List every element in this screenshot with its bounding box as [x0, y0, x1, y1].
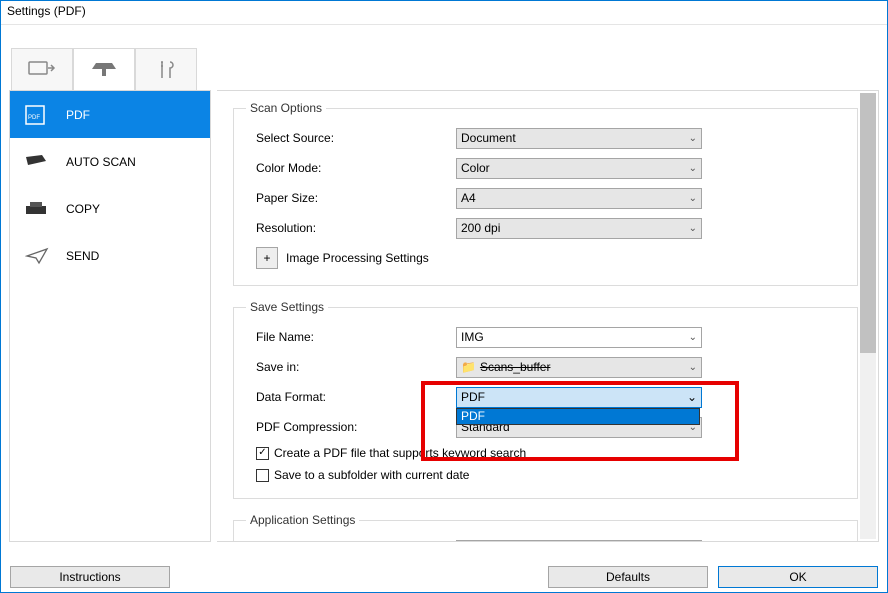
tab-scanner-icon[interactable] — [73, 48, 135, 91]
checkbox-subfolder-date[interactable] — [256, 469, 269, 482]
file-name-label: File Name: — [246, 330, 456, 344]
scanner-head-icon — [90, 59, 118, 81]
chevron-down-icon: ⌄ — [689, 133, 697, 144]
ok-button[interactable]: OK — [718, 566, 878, 588]
window-title: Settings (PDF) — [7, 4, 86, 18]
sidebar-item-send[interactable]: SEND — [10, 232, 210, 279]
save-settings-legend: Save Settings — [246, 300, 328, 314]
sidebar-item-copy[interactable]: COPY — [10, 185, 210, 232]
paper-plane-icon — [24, 245, 50, 267]
tools-icon — [156, 60, 176, 80]
file-name-combo[interactable]: IMG ⌄ — [456, 327, 702, 348]
instructions-button[interactable]: Instructions — [10, 566, 170, 588]
sidebar-item-autoscan[interactable]: AUTO SCAN — [10, 138, 210, 185]
select-source-label: Select Source: — [246, 131, 456, 145]
settings-panel: Scan Options Select Source: Document ⌄ C… — [217, 90, 879, 542]
pdf-icon: PDF — [24, 104, 50, 126]
paper-size-dropdown[interactable]: A4 ⌄ — [456, 188, 702, 209]
checkbox-keyword-search-label: Create a PDF file that supports keyword … — [274, 446, 526, 460]
printer-icon — [24, 198, 50, 220]
resolution-dropdown[interactable]: 200 dpi ⌄ — [456, 218, 702, 239]
window-titlebar: Settings (PDF) — [1, 1, 887, 25]
chevron-down-icon: ⌄ — [689, 362, 697, 373]
scanner-icon — [24, 151, 50, 173]
resolution-label: Resolution: — [246, 221, 456, 235]
color-mode-label: Color Mode: — [246, 161, 456, 175]
tab-tools-icon[interactable] — [135, 48, 197, 91]
save-in-label: Save in: — [246, 360, 456, 374]
pdf-compression-label: PDF Compression: — [246, 420, 456, 434]
svg-text:PDF: PDF — [28, 115, 40, 121]
paper-size-label: Paper Size: — [246, 191, 456, 205]
bottom-bar: Instructions Defaults OK — [0, 562, 888, 592]
open-with-dropdown[interactable]: 🗂 Windows Explorer ⌄ — [456, 540, 702, 543]
chevron-down-icon: ⌄ — [689, 223, 697, 234]
sidebar: PDF PDF AUTO SCAN — [9, 90, 211, 542]
data-format-dropdown-list: PDF — [456, 408, 700, 425]
scan-options-legend: Scan Options — [246, 101, 326, 115]
sidebar-item-pdf[interactable]: PDF PDF — [10, 91, 210, 138]
icon-tabbar — [11, 48, 879, 91]
application-settings-group: Application Settings Open with an applic… — [233, 513, 858, 542]
chevron-down-icon: ⌄ — [687, 390, 697, 404]
data-format-label: Data Format: — [246, 390, 456, 404]
scan-options-group: Scan Options Select Source: Document ⌄ C… — [233, 101, 858, 286]
sidebar-item-label: COPY — [66, 202, 100, 216]
select-source-dropdown[interactable]: Document ⌄ — [456, 128, 702, 149]
sidebar-item-label: PDF — [66, 108, 90, 122]
checkbox-keyword-search[interactable]: ✓ — [256, 447, 269, 460]
scroll-thumb[interactable] — [860, 93, 876, 353]
save-settings-group: Save Settings File Name: IMG ⌄ Save in: … — [233, 300, 858, 499]
monitor-arrow-icon — [28, 60, 56, 80]
image-processing-expand-button[interactable]: + — [256, 247, 278, 269]
sidebar-item-label: SEND — [66, 249, 99, 263]
data-format-dropdown[interactable]: PDF ⌄ PDF — [456, 387, 702, 408]
sidebar-item-label: AUTO SCAN — [66, 155, 136, 169]
checkbox-subfolder-date-label: Save to a subfolder with current date — [274, 468, 469, 482]
tab-output-icon[interactable] — [11, 48, 73, 91]
save-in-dropdown[interactable]: 📁Scans_buffer ⌄ — [456, 357, 702, 378]
chevron-down-icon: ⌄ — [689, 193, 697, 204]
chevron-down-icon: ⌄ — [689, 332, 697, 343]
color-mode-dropdown[interactable]: Color ⌄ — [456, 158, 702, 179]
defaults-button[interactable]: Defaults — [548, 566, 708, 588]
chevron-down-icon: ⌄ — [689, 163, 697, 174]
folder-icon: 📁 — [461, 360, 476, 374]
application-settings-legend: Application Settings — [246, 513, 359, 527]
scrollbar[interactable] — [860, 93, 876, 539]
data-format-option-pdf[interactable]: PDF — [457, 409, 699, 424]
image-processing-label: Image Processing Settings — [286, 251, 429, 265]
